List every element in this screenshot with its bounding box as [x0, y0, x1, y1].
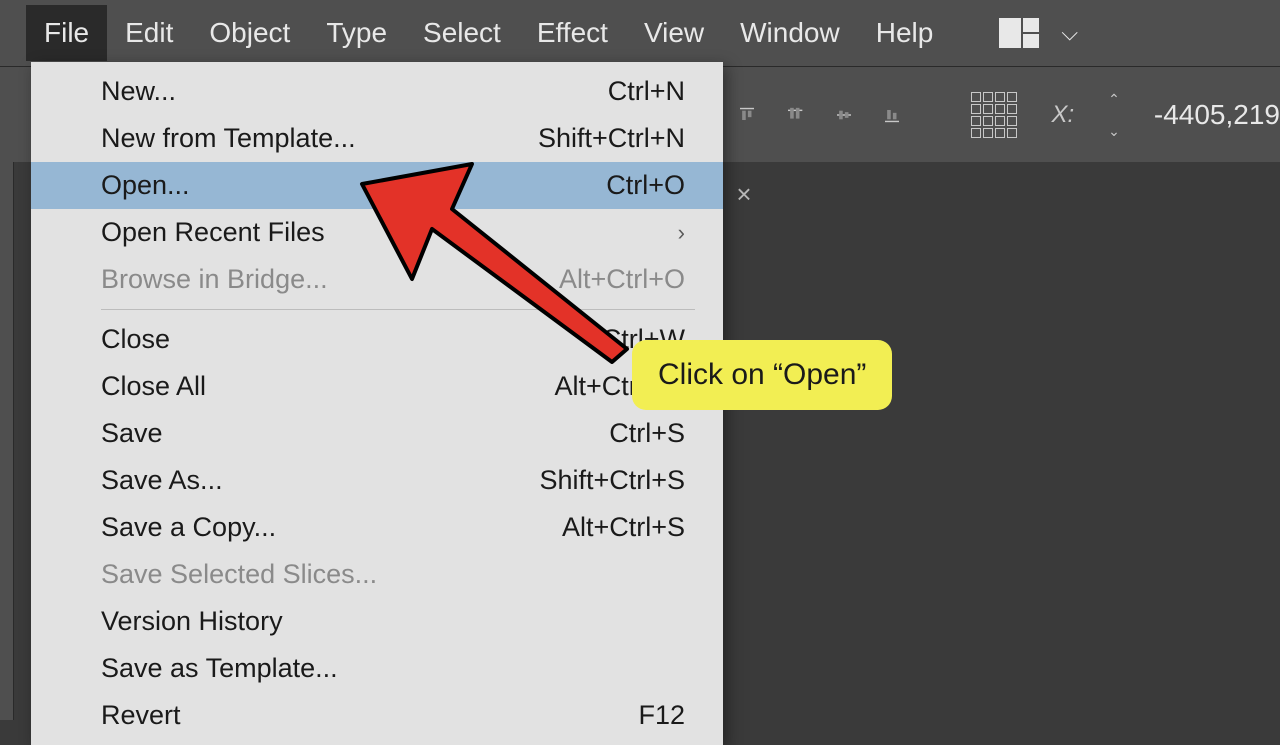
menu-item-label: Version History: [101, 606, 283, 637]
submenu-arrow-icon: ›: [678, 220, 685, 246]
menu-item-shortcut: Ctrl+N: [608, 76, 685, 107]
menu-item-new[interactable]: New... Ctrl+N: [31, 68, 723, 115]
menu-item-close-all[interactable]: Close All Alt+Ctrl+W: [31, 363, 723, 410]
menu-item-label: Save As...: [101, 465, 223, 496]
tab-close-icon[interactable]: ×: [726, 176, 762, 212]
menu-item-label: Save: [101, 418, 163, 449]
menu-item-label: Close: [101, 324, 170, 355]
menu-item-revert[interactable]: Revert F12: [31, 692, 723, 739]
stepper-up-icon[interactable]: ⌃: [1108, 92, 1120, 106]
align-h-center-icon[interactable]: [837, 94, 851, 136]
annotation-callout: Click on “Open”: [632, 340, 892, 410]
menu-item-shortcut: Shift+Ctrl+N: [538, 123, 685, 154]
left-ruler-edge: [0, 162, 14, 720]
menu-item-label: Open...: [101, 170, 190, 201]
menu-object[interactable]: Object: [191, 5, 308, 61]
align-top-icon[interactable]: [740, 94, 754, 136]
menu-help[interactable]: Help: [858, 5, 952, 61]
menu-item-shortcut: Ctrl+S: [609, 418, 685, 449]
menu-item-shortcut: Alt+Ctrl+S: [562, 512, 685, 543]
menu-item-save-copy[interactable]: Save a Copy... Alt+Ctrl+S: [31, 504, 723, 551]
menu-item-save[interactable]: Save Ctrl+S: [31, 410, 723, 457]
menu-item-save-slices: Save Selected Slices...: [31, 551, 723, 598]
workspace-icon: [999, 18, 1039, 48]
menu-select[interactable]: Select: [405, 5, 519, 61]
menu-item-version-history[interactable]: Version History: [31, 598, 723, 645]
chevron-down-icon: ⌵: [1061, 20, 1078, 46]
menu-window[interactable]: Window: [722, 5, 858, 61]
menu-item-label: Close All: [101, 371, 206, 402]
menu-item-label: Open Recent Files: [101, 217, 325, 248]
menu-item-label: Save a Copy...: [101, 512, 276, 543]
workspace-switcher[interactable]: ⌵: [999, 18, 1078, 48]
menu-item-label: Save as Template...: [101, 653, 338, 684]
align-v-center-icon[interactable]: [788, 94, 802, 136]
x-coordinate-value[interactable]: -4405,219: [1154, 99, 1280, 131]
pixel-snap-icon[interactable]: [971, 92, 1017, 138]
menu-item-save-as[interactable]: Save As... Shift+Ctrl+S: [31, 457, 723, 504]
menu-item-label: Browse in Bridge...: [101, 264, 328, 295]
stepper-down-icon[interactable]: ⌄: [1108, 124, 1120, 138]
align-bottom-icon[interactable]: [885, 94, 899, 136]
menu-item-shortcut: F12: [638, 700, 685, 731]
menu-effect[interactable]: Effect: [519, 5, 626, 61]
menu-edit[interactable]: Edit: [107, 5, 191, 61]
menu-item-shortcut: Shift+Ctrl+S: [539, 465, 685, 496]
menu-item-save-as-template[interactable]: Save as Template...: [31, 645, 723, 692]
menu-item-label: New...: [101, 76, 176, 107]
menu-item-label: Revert: [101, 700, 181, 731]
menu-item-label: Save Selected Slices...: [101, 559, 377, 590]
menu-type[interactable]: Type: [308, 5, 405, 61]
menu-view[interactable]: View: [626, 5, 722, 61]
x-coordinate-label: X:: [1051, 101, 1074, 129]
menu-item-label: New from Template...: [101, 123, 356, 154]
coordinate-stepper[interactable]: ⌃⌄: [1108, 92, 1120, 138]
annotation-arrow: [352, 154, 642, 364]
main-menubar: File Edit Object Type Select Effect View…: [0, 0, 1280, 66]
menu-file[interactable]: File: [26, 5, 107, 61]
